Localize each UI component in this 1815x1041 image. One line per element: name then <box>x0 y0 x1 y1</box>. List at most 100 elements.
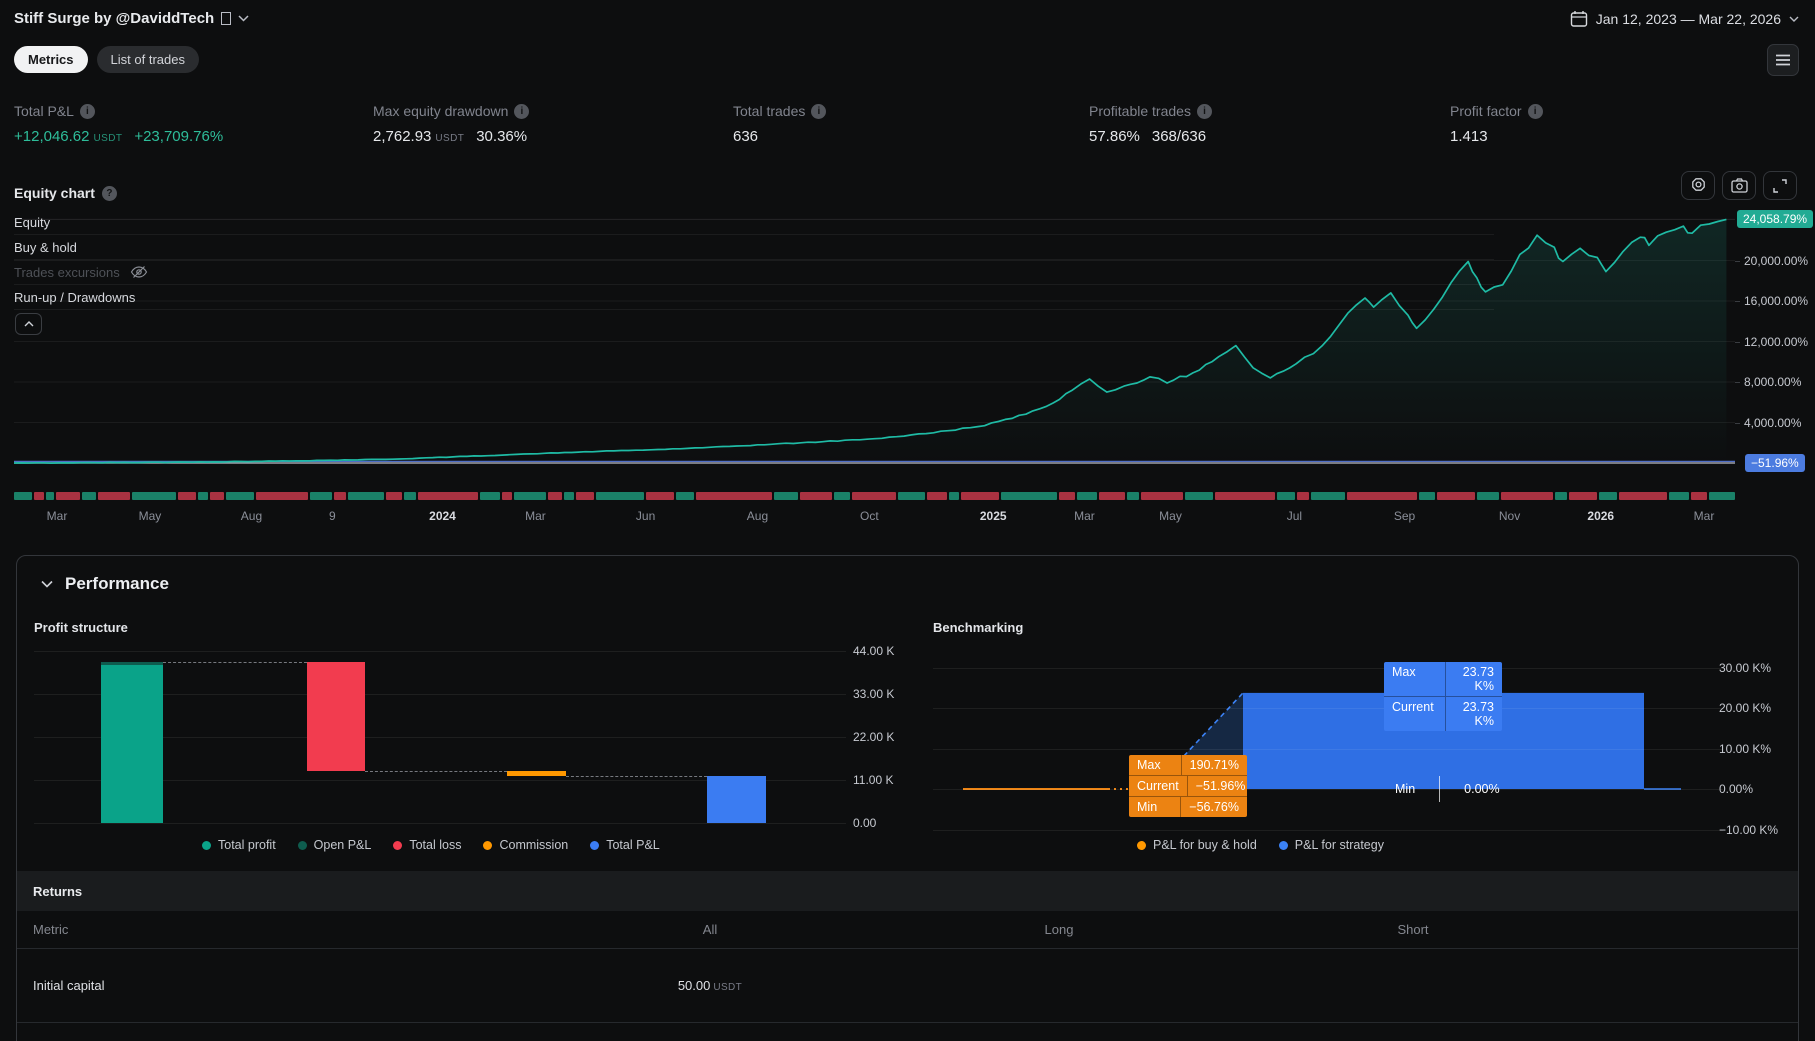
tab-metrics[interactable]: Metrics <box>14 46 88 73</box>
info-icon[interactable]: i <box>80 104 95 119</box>
info-icon[interactable]: i <box>1197 104 1212 119</box>
trades-outcome-strip <box>14 492 1735 500</box>
trade-strip-segment <box>56 492 80 500</box>
trade-strip-segment <box>646 492 674 500</box>
performance-section-toggle[interactable]: Performance <box>41 574 169 594</box>
trade-strip-segment <box>1501 492 1553 500</box>
legend-row-trades-excursions[interactable]: Trades excursions <box>14 260 1494 285</box>
trade-strip-segment <box>1555 492 1567 500</box>
legend-row-buy-hold[interactable]: Buy & hold <box>14 235 1494 260</box>
lock-icon <box>221 12 231 25</box>
trade-strip-segment <box>1569 492 1597 500</box>
trade-strip-segment <box>132 492 176 500</box>
benchmarking-chart[interactable] <box>933 651 1723 836</box>
trade-strip-segment <box>696 492 772 500</box>
trade-strip-segment <box>834 492 850 500</box>
trade-strip-segment <box>1059 492 1075 500</box>
chevron-down-icon <box>1789 16 1799 22</box>
trade-strip-segment <box>502 492 512 500</box>
bar-total-pnl[interactable] <box>707 776 766 823</box>
trade-strip-segment <box>1215 492 1275 500</box>
returns-row-initial-capital[interactable]: Initial capital50.00USDT <box>17 949 1798 1023</box>
x-tick: Sep <box>1394 509 1415 523</box>
trade-strip-segment <box>576 492 594 500</box>
legend-row-equity[interactable]: Equity <box>14 210 1494 235</box>
x-tick: Nov <box>1499 509 1520 523</box>
profit-structure-y-axis: 44.00 K33.00 K22.00 K11.00 K0.00 <box>853 651 923 823</box>
metric-max-equity-drawdown: Max equity drawdowni2,762.93USDT30.36% <box>373 103 529 145</box>
profit-structure-chart[interactable] <box>34 651 846 823</box>
returns-row-open-p-l[interactable]: Open P&L+192.55USDT <box>17 1023 1798 1041</box>
info-icon[interactable]: i <box>514 104 529 119</box>
trade-strip-segment <box>1099 492 1125 500</box>
legend-total-loss[interactable]: Total loss <box>393 838 461 852</box>
equity-y-axis[interactable]: 20,000.00%16,000.00%12,000.00%8,000.00%4… <box>1735 180 1815 510</box>
performance-card: Performance Profit structure 44.00 K33.0… <box>16 555 1799 1041</box>
trade-strip-segment <box>1185 492 1213 500</box>
trade-strip-segment <box>14 492 32 500</box>
x-tick: Mar <box>525 509 546 523</box>
trade-strip-segment <box>310 492 332 500</box>
trade-strip-segment <box>480 492 500 500</box>
date-range-picker[interactable]: Jan 12, 2023 — Mar 22, 2026 <box>1570 10 1799 28</box>
trade-strip-segment <box>1709 492 1735 500</box>
strategy-title: Stiff Surge by @DaviddTech <box>14 10 214 27</box>
calendar-icon <box>1570 10 1588 28</box>
trade-strip-segment <box>774 492 798 500</box>
equity-chart-plot[interactable]: EquityBuy & holdTrades excursionsRun-up … <box>14 180 1735 510</box>
benchmarking-legend: P&L for buy & hold P&L for strategy <box>1137 838 1384 852</box>
trade-strip-segment <box>898 492 924 500</box>
trade-strip-segment <box>1277 492 1295 500</box>
chevron-down-icon <box>41 580 53 588</box>
trade-strip-segment <box>1669 492 1689 500</box>
bar-commission[interactable] <box>507 771 566 775</box>
panel-layout-button[interactable] <box>1767 44 1799 76</box>
info-icon[interactable]: i <box>811 104 826 119</box>
legend-commission[interactable]: Commission <box>483 838 568 852</box>
trade-strip-segment <box>34 492 44 500</box>
performance-title: Performance <box>65 574 169 594</box>
x-tick: Mar <box>1074 509 1095 523</box>
legend-collapse-button[interactable] <box>15 313 42 335</box>
x-tick: 2025 <box>980 509 1007 523</box>
equity-x-axis[interactable]: MarMayAug92024MarJunAugOct2025MarMayJulS… <box>14 509 1735 525</box>
legend-open-p-l[interactable]: Open P&L <box>298 838 372 852</box>
tab-list-of-trades[interactable]: List of trades <box>97 46 199 73</box>
bar-total-loss[interactable] <box>307 662 365 771</box>
x-tick: Oct <box>860 509 879 523</box>
trade-strip-segment <box>852 492 896 500</box>
trade-strip-segment <box>676 492 694 500</box>
trade-strip-segment <box>1077 492 1097 500</box>
returns-title: Returns <box>33 884 82 899</box>
eye-off-icon[interactable] <box>130 265 148 279</box>
trade-strip-segment <box>1297 492 1309 500</box>
y-tick: 4,000.00% <box>1744 416 1801 430</box>
trade-strip-segment <box>1419 492 1435 500</box>
chevron-up-icon <box>24 321 34 327</box>
legend-p-l-for-strategy[interactable]: P&L for strategy <box>1279 838 1384 852</box>
x-tick: Mar <box>1694 509 1715 523</box>
chevron-down-icon <box>238 15 249 22</box>
legend-row-run-up-drawdowns[interactable]: Run-up / Drawdowns <box>14 285 1494 310</box>
benchmarking-y-axis: 30.00 K%20.00 K%10.00 K%0.00%−10.00 K% <box>1705 651 1795 836</box>
trade-strip-segment <box>1001 492 1057 500</box>
buy-hold-tooltip: Max190.71%Current−51.96%Min−56.76% <box>1129 755 1247 817</box>
returns-section-header[interactable]: Returns <box>17 871 1798 911</box>
trade-strip-segment <box>348 492 384 500</box>
legend-p-l-for-buy-hold[interactable]: P&L for buy & hold <box>1137 838 1257 852</box>
trade-strip-segment <box>514 492 546 500</box>
bar-total-profit[interactable] <box>101 662 163 823</box>
info-icon[interactable]: i <box>1528 104 1543 119</box>
trade-strip-segment <box>82 492 96 500</box>
y-tick: 8,000.00% <box>1744 375 1801 389</box>
legend-total-profit[interactable]: Total profit <box>202 838 276 852</box>
trade-strip-segment <box>1311 492 1345 500</box>
strategy-title-menu[interactable]: Stiff Surge by @DaviddTech <box>14 10 249 27</box>
metric-profitable-trades: Profitable tradesi57.86%368/636 <box>1089 103 1212 145</box>
view-tabs: Metrics List of trades <box>14 46 199 73</box>
equity-current-badge: 24,058.79% <box>1737 210 1813 228</box>
legend-total-p-l[interactable]: Total P&L <box>590 838 660 852</box>
y-tick: 20,000.00% <box>1744 254 1808 268</box>
trade-strip-segment <box>1599 492 1617 500</box>
x-tick: May <box>1159 509 1182 523</box>
